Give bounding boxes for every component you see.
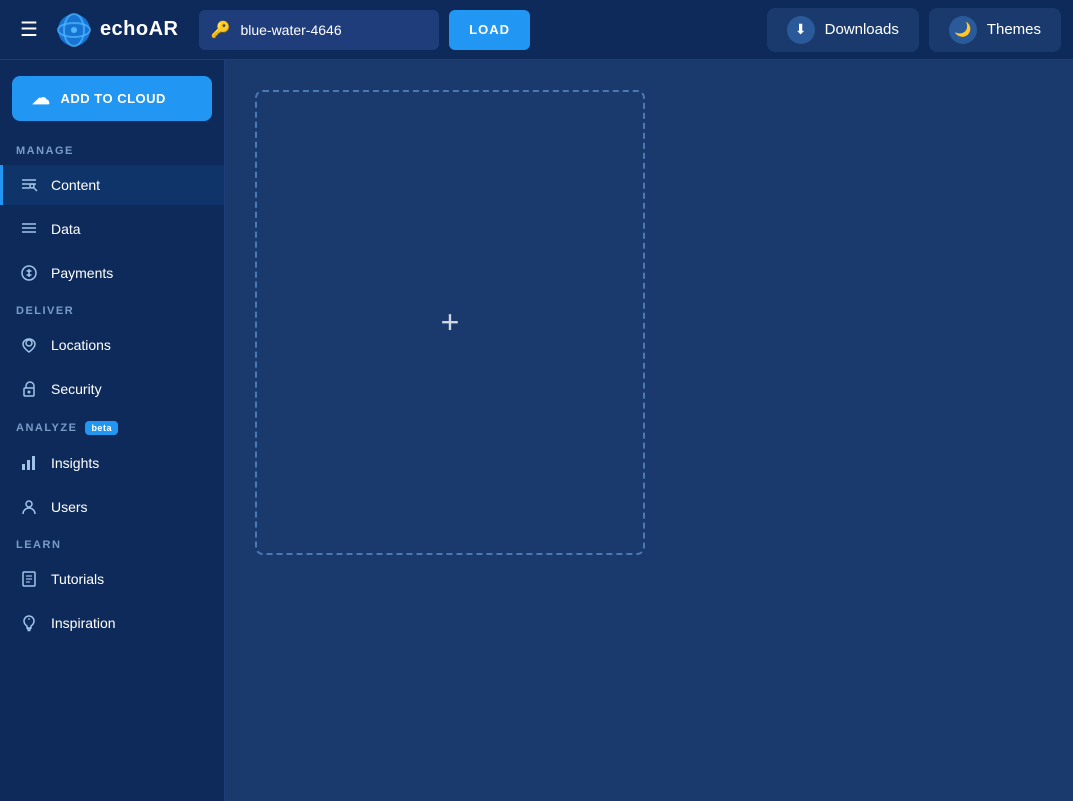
sidebar-item-tutorials-label: Tutorials [51, 571, 104, 587]
deliver-section-label: DELIVER [0, 297, 224, 321]
downloads-icon: ⬇ [787, 16, 815, 44]
sidebar-item-insights-label: Insights [51, 455, 99, 471]
sidebar-item-locations[interactable]: Locations [0, 325, 224, 365]
users-icon [19, 497, 39, 517]
sidebar-item-content-label: Content [51, 177, 100, 193]
themes-button[interactable]: 🌙 Themes [929, 8, 1061, 52]
hamburger-button[interactable]: ☰ [12, 13, 46, 46]
inspiration-icon [19, 613, 39, 633]
add-to-cloud-button[interactable]: ☁ ADD TO CLOUD [12, 76, 212, 121]
key-icon: 🔑 [211, 20, 231, 40]
add-content-icon: + [441, 304, 460, 341]
drop-zone[interactable]: + [255, 90, 645, 555]
learn-section-label: LEARN [0, 531, 224, 555]
downloads-button[interactable]: ⬇ Downloads [767, 8, 919, 52]
api-key-input[interactable] [240, 22, 427, 38]
sidebar-item-payments[interactable]: Payments [0, 253, 224, 293]
sidebar-item-tutorials[interactable]: Tutorials [0, 559, 224, 599]
downloads-label: Downloads [825, 21, 899, 38]
header: ☰ echoAR 🔑 LOAD ⬇ Downloads 🌙 Themes [0, 0, 1073, 60]
analyze-section-label: ANALYZE beta [0, 413, 224, 439]
sidebar-item-payments-label: Payments [51, 265, 113, 281]
load-button[interactable]: LOAD [449, 10, 530, 50]
content-area: + [225, 60, 1073, 801]
sidebar-item-data[interactable]: Data [0, 209, 224, 249]
sidebar: ☁ ADD TO CLOUD MANAGE Content [0, 60, 225, 801]
data-icon [19, 219, 39, 239]
api-key-area: 🔑 [199, 10, 440, 50]
themes-icon: 🌙 [949, 16, 977, 44]
tutorials-icon [19, 569, 39, 589]
sidebar-item-security[interactable]: Security [0, 369, 224, 409]
manage-section-label: MANAGE [0, 137, 224, 161]
sidebar-item-content[interactable]: Content [0, 165, 224, 205]
payments-icon [19, 263, 39, 283]
sidebar-item-locations-label: Locations [51, 337, 111, 353]
beta-badge: beta [85, 421, 118, 435]
security-icon [19, 379, 39, 399]
main-layout: ☁ ADD TO CLOUD MANAGE Content [0, 60, 1073, 801]
logo-area: echoAR [56, 12, 179, 48]
themes-label: Themes [987, 21, 1041, 38]
insights-icon [19, 453, 39, 473]
logo-text: echoAR [100, 18, 179, 41]
sidebar-item-users-label: Users [51, 499, 88, 515]
logo-icon [56, 12, 92, 48]
add-to-cloud-label: ADD TO CLOUD [61, 91, 166, 106]
content-icon [19, 175, 39, 195]
hamburger-icon: ☰ [20, 17, 38, 42]
sidebar-item-data-label: Data [51, 221, 81, 237]
locations-icon [19, 335, 39, 355]
sidebar-item-security-label: Security [51, 381, 102, 397]
cloud-upload-icon: ☁ [32, 88, 51, 109]
sidebar-item-inspiration[interactable]: Inspiration [0, 603, 224, 643]
sidebar-item-inspiration-label: Inspiration [51, 615, 116, 631]
sidebar-item-insights[interactable]: Insights [0, 443, 224, 483]
sidebar-item-users[interactable]: Users [0, 487, 224, 527]
